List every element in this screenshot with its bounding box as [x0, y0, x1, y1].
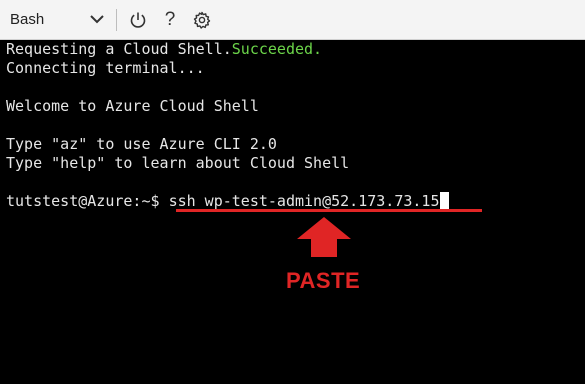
paste-annotation-label: PASTE: [286, 268, 361, 293]
cloud-shell-toolbar: Bash ?: [0, 0, 585, 40]
terminal-output[interactable]: Requesting a Cloud Shell.Succeeded. Conn…: [0, 40, 585, 384]
terminal-line-1: Requesting a Cloud Shell.Succeeded.: [6, 40, 322, 59]
success-status: Succeeded.: [231, 40, 323, 58]
terminal-line-4: Type "az" to use Azure CLI 2.0: [6, 135, 277, 153]
terminal-line-5: Type "help" to learn about Cloud Shell: [6, 154, 350, 172]
command-underline-annotation: [176, 209, 482, 212]
terminal-cursor: [439, 192, 449, 209]
shell-type-label: Bash: [10, 11, 45, 28]
chevron-down-icon: [90, 15, 104, 24]
settings-gear-icon[interactable]: [193, 11, 211, 29]
toolbar-divider: [116, 9, 117, 31]
help-icon[interactable]: ?: [163, 9, 177, 31]
shell-type-dropdown[interactable]: Bash: [0, 0, 113, 40]
terminal-line-2: Connecting terminal...: [6, 59, 205, 77]
cloud-shell-window: Bash ? Requesting a Cloud Shell.Succeede…: [0, 0, 585, 384]
ssh-command: ssh wp-test-admin@52.173.73.15: [168, 192, 440, 210]
line-text: Requesting a Cloud Shell.: [6, 40, 232, 58]
shell-prompt: tutstest@Azure:~$: [6, 192, 169, 210]
terminal-line-3: Welcome to Azure Cloud Shell: [6, 97, 259, 115]
arrow-up-icon: [297, 217, 351, 257]
power-icon[interactable]: [129, 11, 147, 29]
